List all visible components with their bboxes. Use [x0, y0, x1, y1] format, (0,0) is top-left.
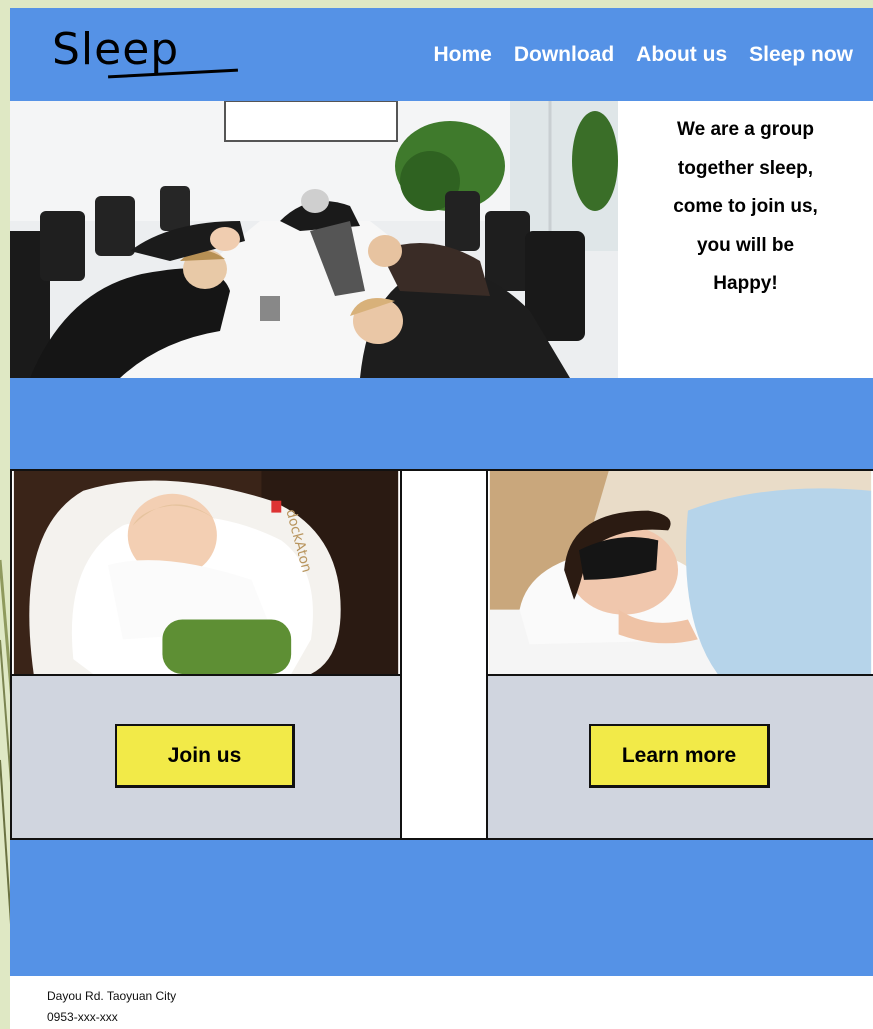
learn-more-button[interactable]: Learn more	[589, 724, 770, 788]
web-page: Sleep Home Download About us Sleep now W…	[10, 8, 873, 1029]
tagline-line-2: together sleep,	[677, 157, 814, 179]
hero-tagline: We are a group together sleep, come to j…	[618, 101, 873, 378]
site-footer: Dayou Rd. Taoyuan City 0953-xxx-xxx	[10, 976, 873, 1029]
hero-image	[10, 101, 618, 378]
site-logo[interactable]: Sleep	[52, 28, 179, 72]
card-learn: Learn more	[486, 471, 873, 838]
card-learn-footer: Learn more	[488, 676, 873, 838]
nav-about-us[interactable]: About us	[636, 42, 727, 68]
tagline-line-4: you will be	[696, 234, 795, 256]
footer-phone: 0953-xxx-xxx	[47, 1010, 118, 1024]
site-header: Sleep Home Download About us Sleep now	[10, 8, 873, 101]
nav-download[interactable]: Download	[514, 42, 614, 68]
nav-home[interactable]: Home	[433, 42, 491, 68]
tagline-line-5: Happy!	[713, 273, 778, 294]
tagline-line-1: We are a group	[677, 119, 814, 140]
join-us-button[interactable]: Join us	[115, 724, 295, 788]
footer-address: Dayou Rd. Taoyuan City	[47, 989, 177, 1003]
card-join: dockAton Join us	[10, 471, 402, 838]
blue-band-bottom	[10, 840, 873, 976]
cards-section: dockAton Join us Learn more	[10, 469, 873, 840]
nav-sleep-now[interactable]: Sleep now	[749, 42, 853, 68]
tagline-line-3: come to join us,	[673, 196, 818, 217]
woman-sleeping-image	[488, 471, 873, 676]
baby-sleeping-image: dockAton	[12, 471, 400, 676]
blue-band-top	[10, 378, 873, 469]
main-nav: Home Download About us Sleep now	[411, 42, 853, 68]
card-join-footer: Join us	[12, 676, 400, 838]
